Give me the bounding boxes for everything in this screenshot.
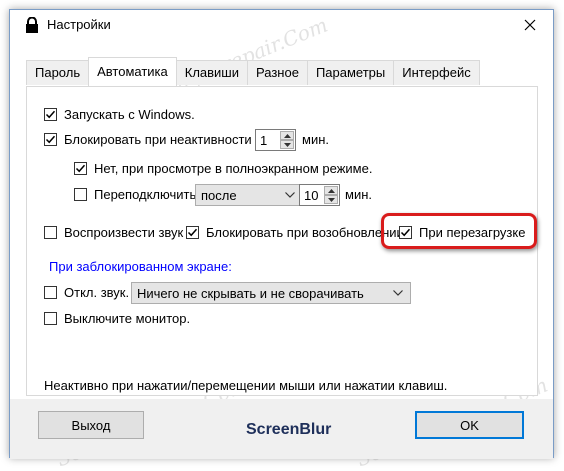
reconnect-checkbox[interactable]	[74, 188, 87, 201]
window-title: Настройки	[47, 17, 111, 32]
title-bar: Настройки	[10, 10, 553, 40]
tab-misc[interactable]: Разное	[247, 60, 308, 85]
reconnect-mode-select[interactable]: после	[195, 184, 303, 206]
spinner-up-button[interactable]	[280, 131, 294, 140]
tab-interface[interactable]: Интерфейс	[393, 60, 480, 85]
chevron-down-icon	[285, 192, 295, 198]
brand-label: ScreenBlur	[246, 421, 332, 438]
play-sound-label: Воспроизвести звук	[64, 225, 184, 240]
start-with-windows-checkbox[interactable]	[44, 108, 57, 121]
start-with-windows-label: Запускать с Windows.	[64, 107, 195, 122]
footer-bar: Выход ScreenBlur OK	[10, 399, 553, 459]
tab-password[interactable]: Пароль	[26, 60, 90, 85]
mute-label: Откл. звук.	[64, 285, 130, 300]
tab-keys[interactable]: Клавиши	[175, 60, 248, 85]
checkmark-icon	[45, 135, 56, 144]
arrow-up-icon	[328, 189, 335, 193]
spinner-down-button[interactable]	[324, 195, 338, 204]
arrow-up-icon	[284, 134, 291, 138]
locked-screen-heading: При заблокированном экране:	[49, 259, 232, 274]
not-fullscreen-label: Нет, при просмотре в полноэкранном режим…	[94, 161, 373, 176]
tab-automation[interactable]: Автоматика	[88, 57, 177, 86]
lock-idle-label: Блокировать при неактивности ПК	[64, 132, 273, 147]
lock-on-resume-label: Блокировать при возобновлении	[206, 225, 404, 240]
close-button[interactable]	[507, 10, 553, 40]
hide-mode-value: Ничего не скрывать и не сворачивать	[137, 286, 364, 301]
mute-checkbox[interactable]	[44, 286, 57, 299]
hide-mode-select[interactable]: Ничего не скрывать и не сворачивать	[131, 282, 411, 304]
exit-button[interactable]: Выход	[38, 411, 144, 439]
not-fullscreen-checkbox[interactable]	[74, 162, 87, 175]
reconnect-label: Переподключить	[94, 187, 197, 202]
highlight-frame	[381, 213, 537, 249]
settings-window: Настройки Soringpcrepair.Com Soringpcrep…	[9, 9, 554, 471]
idle-minutes-spinner[interactable]: 1	[255, 129, 296, 151]
monitor-off-checkbox[interactable]	[44, 312, 57, 325]
close-icon	[524, 19, 536, 31]
checkmark-icon	[75, 164, 86, 173]
lock-on-resume-checkbox[interactable]	[186, 226, 199, 239]
reconnect-minutes-spinner[interactable]: 10	[299, 184, 340, 206]
checkmark-icon	[187, 228, 198, 237]
monitor-off-label: Выключите монитор.	[64, 311, 191, 326]
reconnect-minutes-unit: мин.	[345, 187, 372, 202]
chevron-down-icon	[393, 290, 403, 296]
hint-text: Неактивно при нажатии/перемещении мыши и…	[44, 378, 448, 393]
idle-minutes-value: 1	[260, 133, 268, 148]
reconnect-mode-value: после	[201, 188, 237, 203]
arrow-down-icon	[328, 198, 335, 202]
spinner-up-button[interactable]	[324, 186, 338, 195]
play-sound-checkbox[interactable]	[44, 226, 57, 239]
checkmark-icon	[45, 110, 56, 119]
spinner-down-button[interactable]	[280, 140, 294, 149]
arrow-down-icon	[284, 143, 291, 147]
tab-parameters[interactable]: Параметры	[306, 60, 395, 85]
lock-icon	[26, 17, 38, 33]
reconnect-minutes-value: 10	[304, 188, 319, 203]
idle-minutes-unit: мин.	[302, 132, 329, 147]
lock-idle-checkbox[interactable]	[44, 133, 57, 146]
ok-button[interactable]: OK	[415, 411, 524, 439]
tab-strip: Пароль Автоматика Клавиши Разное Парамет…	[26, 57, 480, 87]
